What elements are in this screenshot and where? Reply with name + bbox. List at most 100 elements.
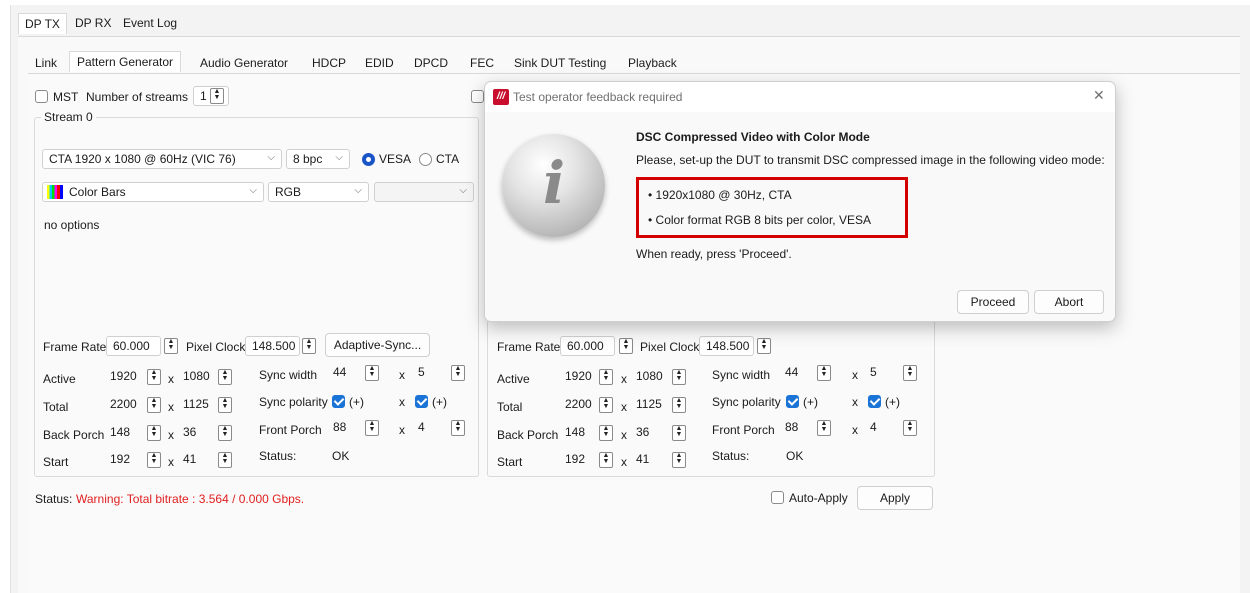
active-v-value: 1080 [183, 369, 210, 383]
active-h-input[interactable]: 1920 [104, 367, 146, 387]
front-porch-h-input[interactable]: 88 [779, 418, 813, 438]
active-h-spinner[interactable]: ▲ ▼ [147, 369, 161, 385]
front-porch-h-spinner[interactable]: ▲ ▼ [365, 420, 379, 436]
total-v-input[interactable]: 1125 [630, 395, 672, 415]
tab-dp-tx[interactable]: DP TX [18, 13, 67, 34]
h-polarity-checkbox[interactable] [786, 395, 799, 408]
sync-width-v-spinner[interactable]: ▲ ▼ [903, 365, 917, 381]
close-icon[interactable]: ✕ [1093, 87, 1105, 104]
back-porch-h-spinner[interactable]: ▲ ▼ [147, 425, 161, 441]
back-porch-v-input[interactable]: 36 [630, 423, 672, 443]
tab-dp-rx[interactable]: DP RX [69, 13, 117, 33]
start-h-input[interactable]: 192 [559, 450, 601, 470]
front-porch-v-input[interactable]: 4 [412, 418, 442, 438]
tab-playback[interactable]: Playback [626, 53, 679, 73]
x-label: x [621, 455, 627, 469]
pixel-clock-label: Pixel Clock [640, 340, 700, 354]
adaptive-sync-button[interactable]: Adaptive-Sync... [325, 333, 430, 357]
start-v-spinner[interactable]: ▲ ▼ [218, 452, 232, 468]
chevron-down-icon: ⌵ [354, 185, 362, 196]
start-h-spinner[interactable]: ▲ ▼ [599, 452, 613, 468]
front-porch-v-input[interactable]: 4 [864, 418, 894, 438]
tab-hdcp[interactable]: HDCP [310, 53, 348, 73]
pixel-clock-input[interactable]: 148.500 [699, 336, 754, 356]
abort-button[interactable]: Abort [1034, 290, 1104, 314]
proceed-button[interactable]: Proceed [957, 290, 1029, 314]
active-v-spinner[interactable]: ▲ ▼ [672, 369, 686, 385]
cta-radio[interactable] [419, 153, 432, 166]
active-v-input[interactable]: 1080 [177, 367, 219, 387]
back-porch-h-input[interactable]: 148 [559, 423, 601, 443]
x-label: x [168, 428, 174, 442]
start-label: Start [497, 455, 523, 469]
color-format-select[interactable]: RGB ⌵ [268, 182, 369, 202]
footer-status-label: Status: [35, 492, 73, 506]
front-porch-v-spinner[interactable]: ▲ ▼ [903, 420, 917, 436]
sync-width-v-input[interactable]: 5 [412, 363, 442, 383]
total-h-spinner[interactable]: ▲ ▼ [599, 397, 613, 413]
video-mode-select[interactable]: CTA 1920 x 1080 @ 60Hz (VIC 76) ⌵ [42, 149, 282, 169]
pattern-select[interactable]: Color Bars ⌵ [42, 182, 264, 202]
bpc-select[interactable]: 8 bpc ⌵ [286, 149, 350, 169]
stream-1-checkbox[interactable] [471, 90, 484, 103]
streams-spinner[interactable]: ▲ ▼ [210, 88, 224, 104]
tab-dpcd[interactable]: DPCD [412, 53, 450, 73]
total-v-spinner[interactable]: ▲ ▼ [672, 397, 686, 413]
frame-rate-input[interactable]: 60.000 [106, 336, 161, 356]
start-v-input[interactable]: 41 [630, 450, 672, 470]
front-porch-h-spinner[interactable]: ▲ ▼ [817, 420, 831, 436]
back-porch-v-spinner[interactable]: ▲ ▼ [672, 425, 686, 441]
sync-width-h-spinner[interactable]: ▲ ▼ [365, 365, 379, 381]
start-h-spinner[interactable]: ▲ ▼ [147, 452, 161, 468]
back-porch-v-spinner[interactable]: ▲ ▼ [218, 425, 232, 441]
tab-edid[interactable]: EDID [363, 53, 396, 73]
total-h-spinner[interactable]: ▲ ▼ [147, 397, 161, 413]
active-label: Active [43, 372, 76, 386]
active-v-input[interactable]: 1080 [630, 367, 672, 387]
v-polarity-checkbox[interactable] [415, 395, 428, 408]
front-porch-v-spinner[interactable]: ▲ ▼ [451, 420, 465, 436]
sync-width-h-input[interactable]: 44 [327, 363, 361, 383]
back-porch-h-input[interactable]: 148 [104, 423, 146, 443]
v-polarity-label: (+) [432, 395, 447, 409]
mst-checkbox[interactable] [35, 90, 48, 103]
start-h-input[interactable]: 192 [104, 450, 146, 470]
sync-width-h-value: 44 [785, 365, 799, 379]
h-polarity-checkbox[interactable] [332, 395, 345, 408]
sync-width-v-spinner[interactable]: ▲ ▼ [451, 365, 465, 381]
start-v-input[interactable]: 41 [177, 450, 219, 470]
total-h-input[interactable]: 2200 [559, 395, 601, 415]
tab-audio-generator[interactable]: Audio Generator [198, 53, 290, 73]
pixel-clock-input[interactable]: 148.500 [245, 336, 300, 356]
frame-rate-spinner[interactable]: ▲ ▼ [619, 338, 633, 354]
total-v-spinner[interactable]: ▲ ▼ [218, 397, 232, 413]
sync-width-v-input[interactable]: 5 [864, 363, 894, 383]
auto-apply-checkbox[interactable] [771, 491, 784, 504]
active-h-spinner[interactable]: ▲ ▼ [599, 369, 613, 385]
tab-link[interactable]: Link [33, 53, 59, 73]
frame-rate-input[interactable]: 60.000 [560, 336, 615, 356]
total-h-input[interactable]: 2200 [104, 395, 146, 415]
back-porch-h-spinner[interactable]: ▲ ▼ [599, 425, 613, 441]
tab-event-log[interactable]: Event Log [117, 13, 183, 33]
active-v-spinner[interactable]: ▲ ▼ [218, 369, 232, 385]
x-label: x [852, 395, 858, 409]
back-porch-v-input[interactable]: 36 [177, 423, 219, 443]
v-polarity-label: (+) [885, 395, 900, 409]
tab-sink-dut-testing[interactable]: Sink DUT Testing [512, 53, 608, 73]
pixel-clock-spinner[interactable]: ▲ ▼ [757, 338, 771, 354]
tab-fec[interactable]: FEC [468, 53, 496, 73]
apply-button[interactable]: Apply [857, 486, 933, 510]
active-h-input[interactable]: 1920 [559, 367, 601, 387]
front-porch-h-input[interactable]: 88 [327, 418, 361, 438]
dialog-title: Test operator feedback required [513, 90, 683, 104]
sync-width-h-input[interactable]: 44 [779, 363, 813, 383]
total-v-input[interactable]: 1125 [177, 395, 219, 415]
frame-rate-spinner[interactable]: ▲ ▼ [164, 338, 178, 354]
sync-width-h-spinner[interactable]: ▲ ▼ [817, 365, 831, 381]
v-polarity-checkbox[interactable] [868, 395, 881, 408]
pixel-clock-spinner[interactable]: ▲ ▼ [302, 338, 316, 354]
tab-pattern-generator[interactable]: Pattern Generator [69, 51, 182, 72]
start-v-spinner[interactable]: ▲ ▼ [672, 452, 686, 468]
vesa-radio[interactable] [362, 153, 375, 166]
